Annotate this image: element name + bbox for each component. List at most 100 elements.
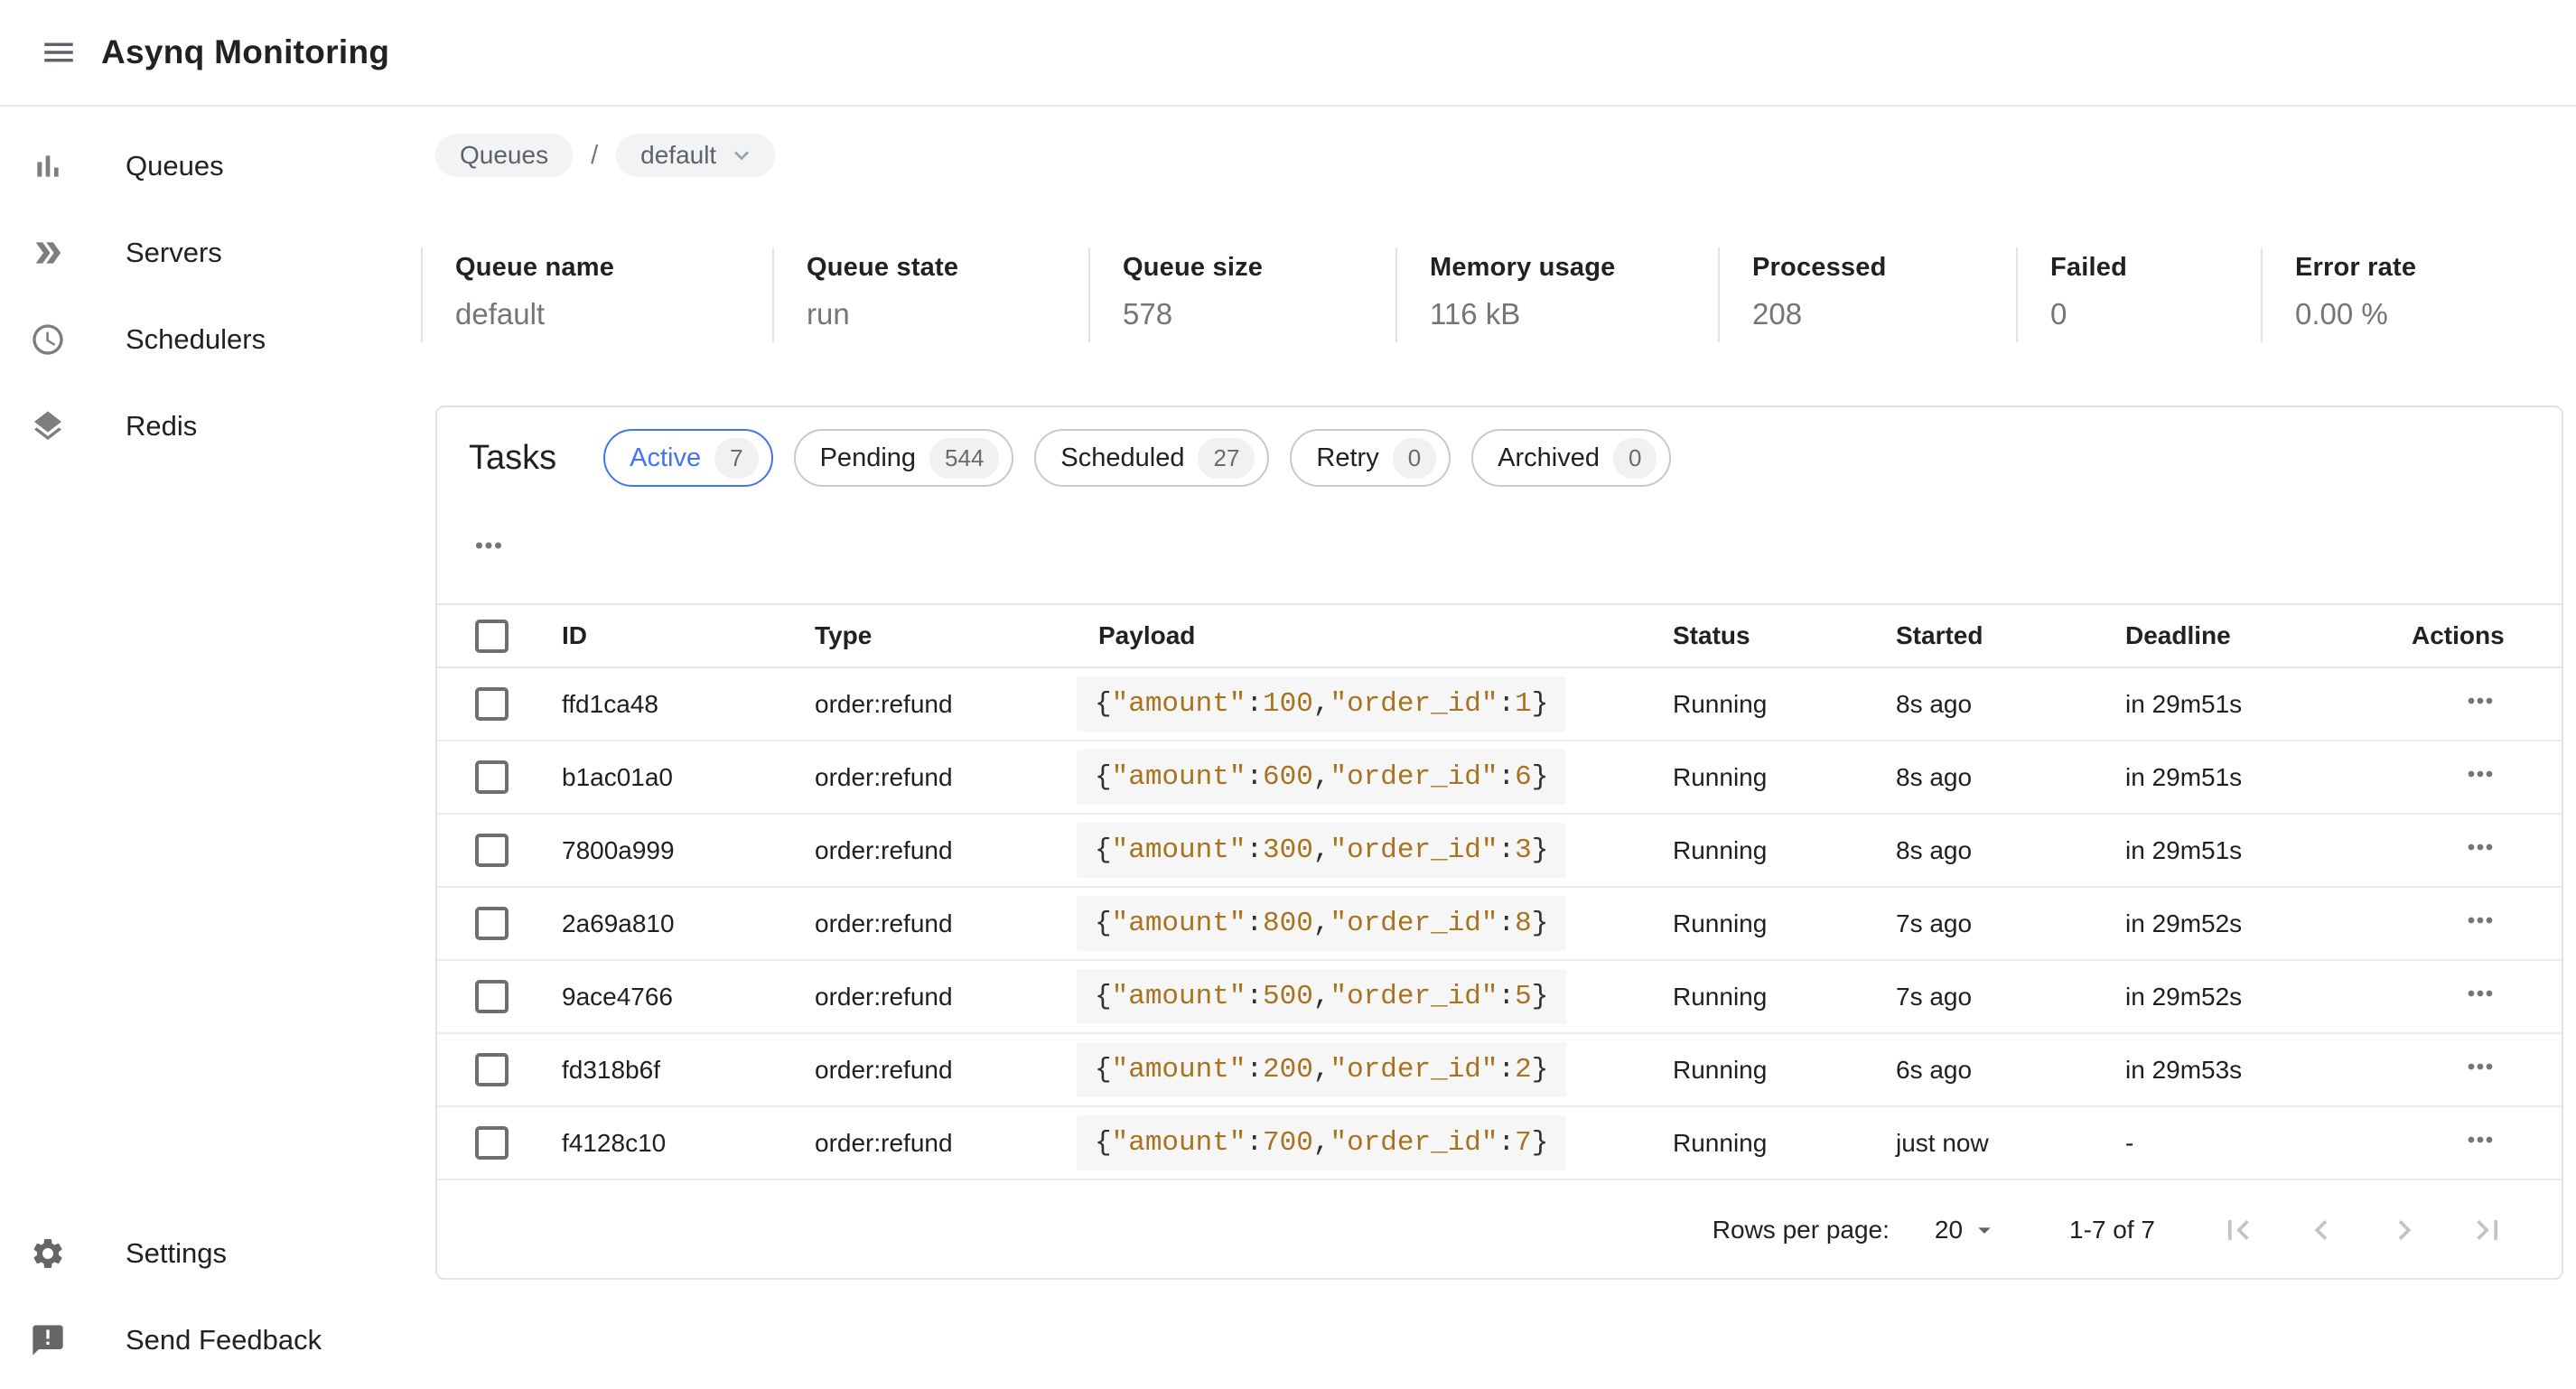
task-id: f4128c10 — [562, 1129, 815, 1158]
row-actions-button[interactable] — [2462, 1122, 2498, 1158]
row-checkbox[interactable] — [475, 1126, 509, 1160]
task-started: 6s ago — [1896, 1056, 2125, 1085]
cell-actions — [2412, 1122, 2562, 1164]
table-row: 9ace4766order:refund{"amount":500,"order… — [437, 961, 2562, 1034]
more-horiz-icon — [2462, 683, 2498, 719]
payload-key: "amount" — [1112, 1054, 1246, 1086]
table-row: 7800a999order:refund{"amount":300,"order… — [437, 815, 2562, 888]
sidebar-item-label: Schedulers — [126, 323, 266, 356]
row-actions-button[interactable] — [2462, 975, 2498, 1011]
bulk-actions-button[interactable] — [470, 527, 508, 563]
payload-key: "amount" — [1112, 981, 1246, 1012]
sidebar-item-redis[interactable]: Redis — [0, 383, 435, 470]
stat-label: Error rate — [2295, 253, 2576, 283]
payload-num: 1 — [1515, 688, 1532, 720]
payload-key: "amount" — [1112, 761, 1246, 793]
more-horiz-icon — [2462, 829, 2498, 865]
breadcrumb-queue-select[interactable]: default — [616, 134, 775, 177]
sidebar-item-settings[interactable]: Settings — [0, 1210, 435, 1297]
previous-page-button[interactable] — [2280, 1189, 2363, 1272]
pagination-range: 1-7 of 7 — [2069, 1216, 2155, 1245]
payload-punct: : — [1498, 908, 1516, 939]
task-id: 7800a999 — [562, 836, 815, 865]
chevron-right-icon — [2385, 1210, 2424, 1250]
payload-punct: : — [1246, 761, 1263, 793]
breadcrumb-root[interactable]: Queues — [435, 134, 573, 177]
task-id: 9ace4766 — [562, 983, 815, 1011]
stat-value: 116 kB — [1430, 297, 1718, 331]
filter-active[interactable]: Active7 — [603, 429, 772, 487]
payload-punct: : — [1498, 981, 1516, 1012]
row-checkbox[interactable] — [475, 907, 509, 940]
task-deadline: in 29m51s — [2125, 836, 2412, 865]
table-header-row: ID Type Payload Status Started Deadline … — [437, 603, 2562, 668]
row-actions-button[interactable] — [2462, 1049, 2498, 1085]
filter-pending[interactable]: Pending544 — [794, 429, 1014, 487]
row-actions-button[interactable] — [2462, 902, 2498, 938]
last-page-button[interactable] — [2446, 1189, 2529, 1272]
filter-label: Pending — [820, 443, 916, 473]
row-checkbox[interactable] — [475, 687, 509, 721]
payload-punct: } — [1532, 1127, 1549, 1159]
payload-punct: : — [1246, 688, 1263, 720]
payload-num: 100 — [1263, 688, 1313, 720]
payload-key: "order_id" — [1330, 834, 1498, 866]
clock-icon — [30, 322, 66, 358]
menu-button[interactable] — [40, 33, 78, 71]
cell-actions — [2412, 902, 2562, 945]
stat-memory-usage: Memory usage116 kB — [1395, 247, 1718, 342]
payload-punct: , — [1313, 981, 1330, 1012]
column-header-status: Status — [1673, 621, 1896, 650]
next-page-button[interactable] — [2363, 1189, 2446, 1272]
sidebar-item-servers[interactable]: Servers — [0, 210, 435, 296]
task-type: order:refund — [815, 983, 1077, 1011]
cell-actions — [2412, 975, 2562, 1018]
stat-error-rate: Error rate0.00 % — [2261, 247, 2576, 342]
payload-punct: : — [1246, 834, 1263, 866]
row-checkbox[interactable] — [475, 1053, 509, 1086]
payload-punct: , — [1313, 688, 1330, 720]
sidebar-nav: QueuesServers Schedulers Redis — [0, 108, 435, 470]
cell-select — [437, 834, 562, 867]
sidebar-item-queues[interactable]: Queues — [0, 123, 435, 210]
row-actions-button[interactable] — [2462, 756, 2498, 792]
select-all-checkbox[interactable] — [475, 620, 509, 653]
payload-num: 300 — [1263, 834, 1313, 866]
table-row: 2a69a810order:refund{"amount":800,"order… — [437, 888, 2562, 961]
cell-payload: {"amount":200,"order_id":2} — [1077, 1042, 1673, 1097]
filter-scheduled[interactable]: Scheduled27 — [1034, 429, 1269, 487]
sidebar-item-schedulers[interactable]: Schedulers — [0, 296, 435, 383]
cell-payload: {"amount":500,"order_id":5} — [1077, 969, 1673, 1024]
cell-actions — [2412, 756, 2562, 798]
filter-retry[interactable]: Retry0 — [1290, 429, 1451, 487]
payload-num: 7 — [1515, 1127, 1532, 1159]
task-status: Running — [1673, 836, 1896, 865]
stat-value: 578 — [1123, 297, 1395, 331]
payload-punct: : — [1498, 761, 1516, 793]
payload-key: "order_id" — [1330, 981, 1498, 1012]
payload-num: 700 — [1263, 1127, 1313, 1159]
stat-processed: Processed208 — [1718, 247, 2016, 342]
row-actions-button[interactable] — [2462, 829, 2498, 865]
first-page-button[interactable] — [2197, 1189, 2280, 1272]
cell-select — [437, 980, 562, 1013]
stat-queue-name: Queue namedefault — [421, 247, 772, 342]
stat-failed: Failed0 — [2016, 247, 2261, 342]
rows-per-page-select[interactable]: 20 — [1935, 1216, 1999, 1245]
first-page-icon — [2218, 1210, 2258, 1250]
filter-archived[interactable]: Archived0 — [1471, 429, 1671, 487]
payload-json: {"amount":800,"order_id":8} — [1077, 896, 1566, 951]
payload-json: {"amount":500,"order_id":5} — [1077, 969, 1566, 1024]
row-checkbox[interactable] — [475, 760, 509, 794]
sidebar-item-send-feedback[interactable]: Send Feedback — [0, 1297, 435, 1384]
task-id: ffd1ca48 — [562, 690, 815, 719]
task-status: Running — [1673, 1129, 1896, 1158]
row-checkbox[interactable] — [475, 834, 509, 867]
row-checkbox[interactable] — [475, 980, 509, 1013]
task-deadline: in 29m52s — [2125, 909, 2412, 938]
row-actions-button[interactable] — [2462, 683, 2498, 719]
payload-num: 800 — [1263, 908, 1313, 939]
cell-select — [437, 1126, 562, 1160]
payload-punct: , — [1313, 1127, 1330, 1159]
column-header-actions: Actions — [2412, 621, 2563, 650]
